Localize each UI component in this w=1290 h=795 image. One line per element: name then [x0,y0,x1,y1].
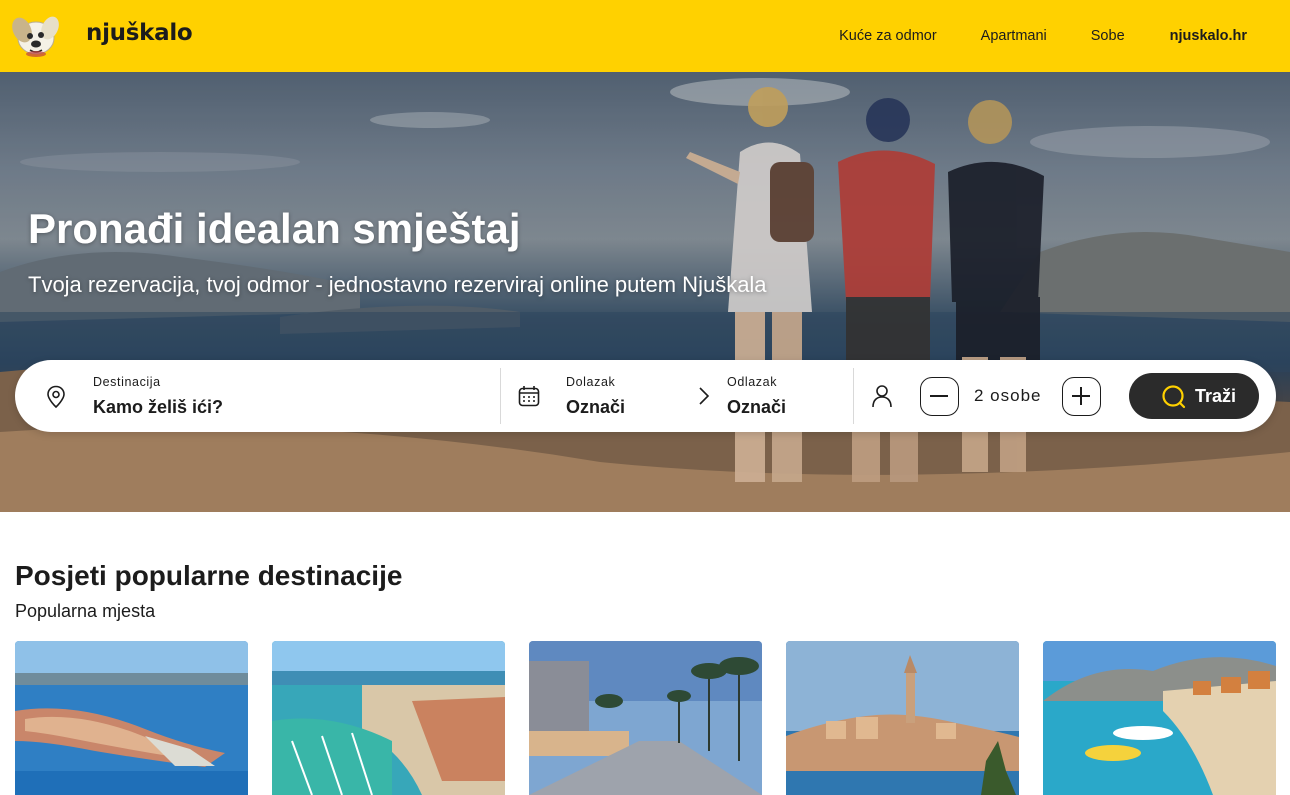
section-subtitle: Popularna mjesta [15,601,156,621]
decrease-guests-button[interactable] [920,377,959,416]
departure-value: Označi [727,397,787,417]
search-bar: Destinacija Kamo želiš ići? Dolazak Ozna… [15,360,1276,432]
destination-image [15,641,248,795]
destination-card[interactable] [529,641,762,795]
dog-mascot-icon [12,16,59,57]
hero-banner: Pronađi idealan smještaj Tvoja rezervaci… [0,72,1290,512]
arrival-value: Označi [566,397,626,417]
nav-apartmani[interactable]: Apartmani [981,28,1047,44]
divider [853,368,854,424]
destination-field[interactable]: Destinacija Kamo želiš ići? [15,360,500,432]
destination-card[interactable] [786,641,1019,795]
calendar-icon [518,386,540,407]
destination-image [529,641,762,795]
guests-count: 2 osobe [974,386,1042,405]
arrival-label: Dolazak [566,375,616,389]
person-icon [872,385,892,408]
logo[interactable]: njuškalo [8,8,193,58]
destination-card[interactable] [15,641,248,795]
chevron-right-icon [699,387,710,405]
departure-label: Odlazak [727,375,778,389]
destination-card[interactable] [1043,641,1276,795]
nav-sobe[interactable]: Sobe [1091,28,1125,44]
search-icon [1162,385,1186,409]
minus-icon [930,395,948,397]
plus-icon [1072,387,1090,405]
brand-name: njuškalo [86,20,193,46]
destination-image [786,641,1019,795]
location-pin-icon [47,385,65,409]
increase-guests-button[interactable] [1062,377,1101,416]
destination-image [1043,641,1276,795]
destination-image [272,641,505,795]
departure-date-field[interactable]: Odlazak Označi [727,360,852,432]
destination-card[interactable] [272,641,505,795]
hero-title: Pronađi idealan smještaj [28,205,521,252]
nav-kuce-za-odmor[interactable]: Kuće za odmor [839,28,937,44]
section-title: Posjeti popularne destinacije [15,560,403,591]
search-button[interactable]: Traži [1129,373,1259,419]
top-header: njuškalo Kuće za odmor Apartmani Sobe nj… [0,0,1290,72]
destination-input[interactable]: Kamo želiš ići? [93,397,223,418]
arrival-date-field[interactable]: Dolazak Označi [501,360,710,432]
main-nav: Kuće za odmor Apartmani Sobe njuskalo.hr [795,0,1247,72]
nav-njuskalo-link[interactable]: njuskalo.hr [1170,28,1247,44]
search-button-label: Traži [1195,386,1237,406]
hero-subtitle: Tvoja rezervacija, tvoj odmor - jednosta… [28,272,767,297]
destination-label: Destinacija [93,375,161,389]
